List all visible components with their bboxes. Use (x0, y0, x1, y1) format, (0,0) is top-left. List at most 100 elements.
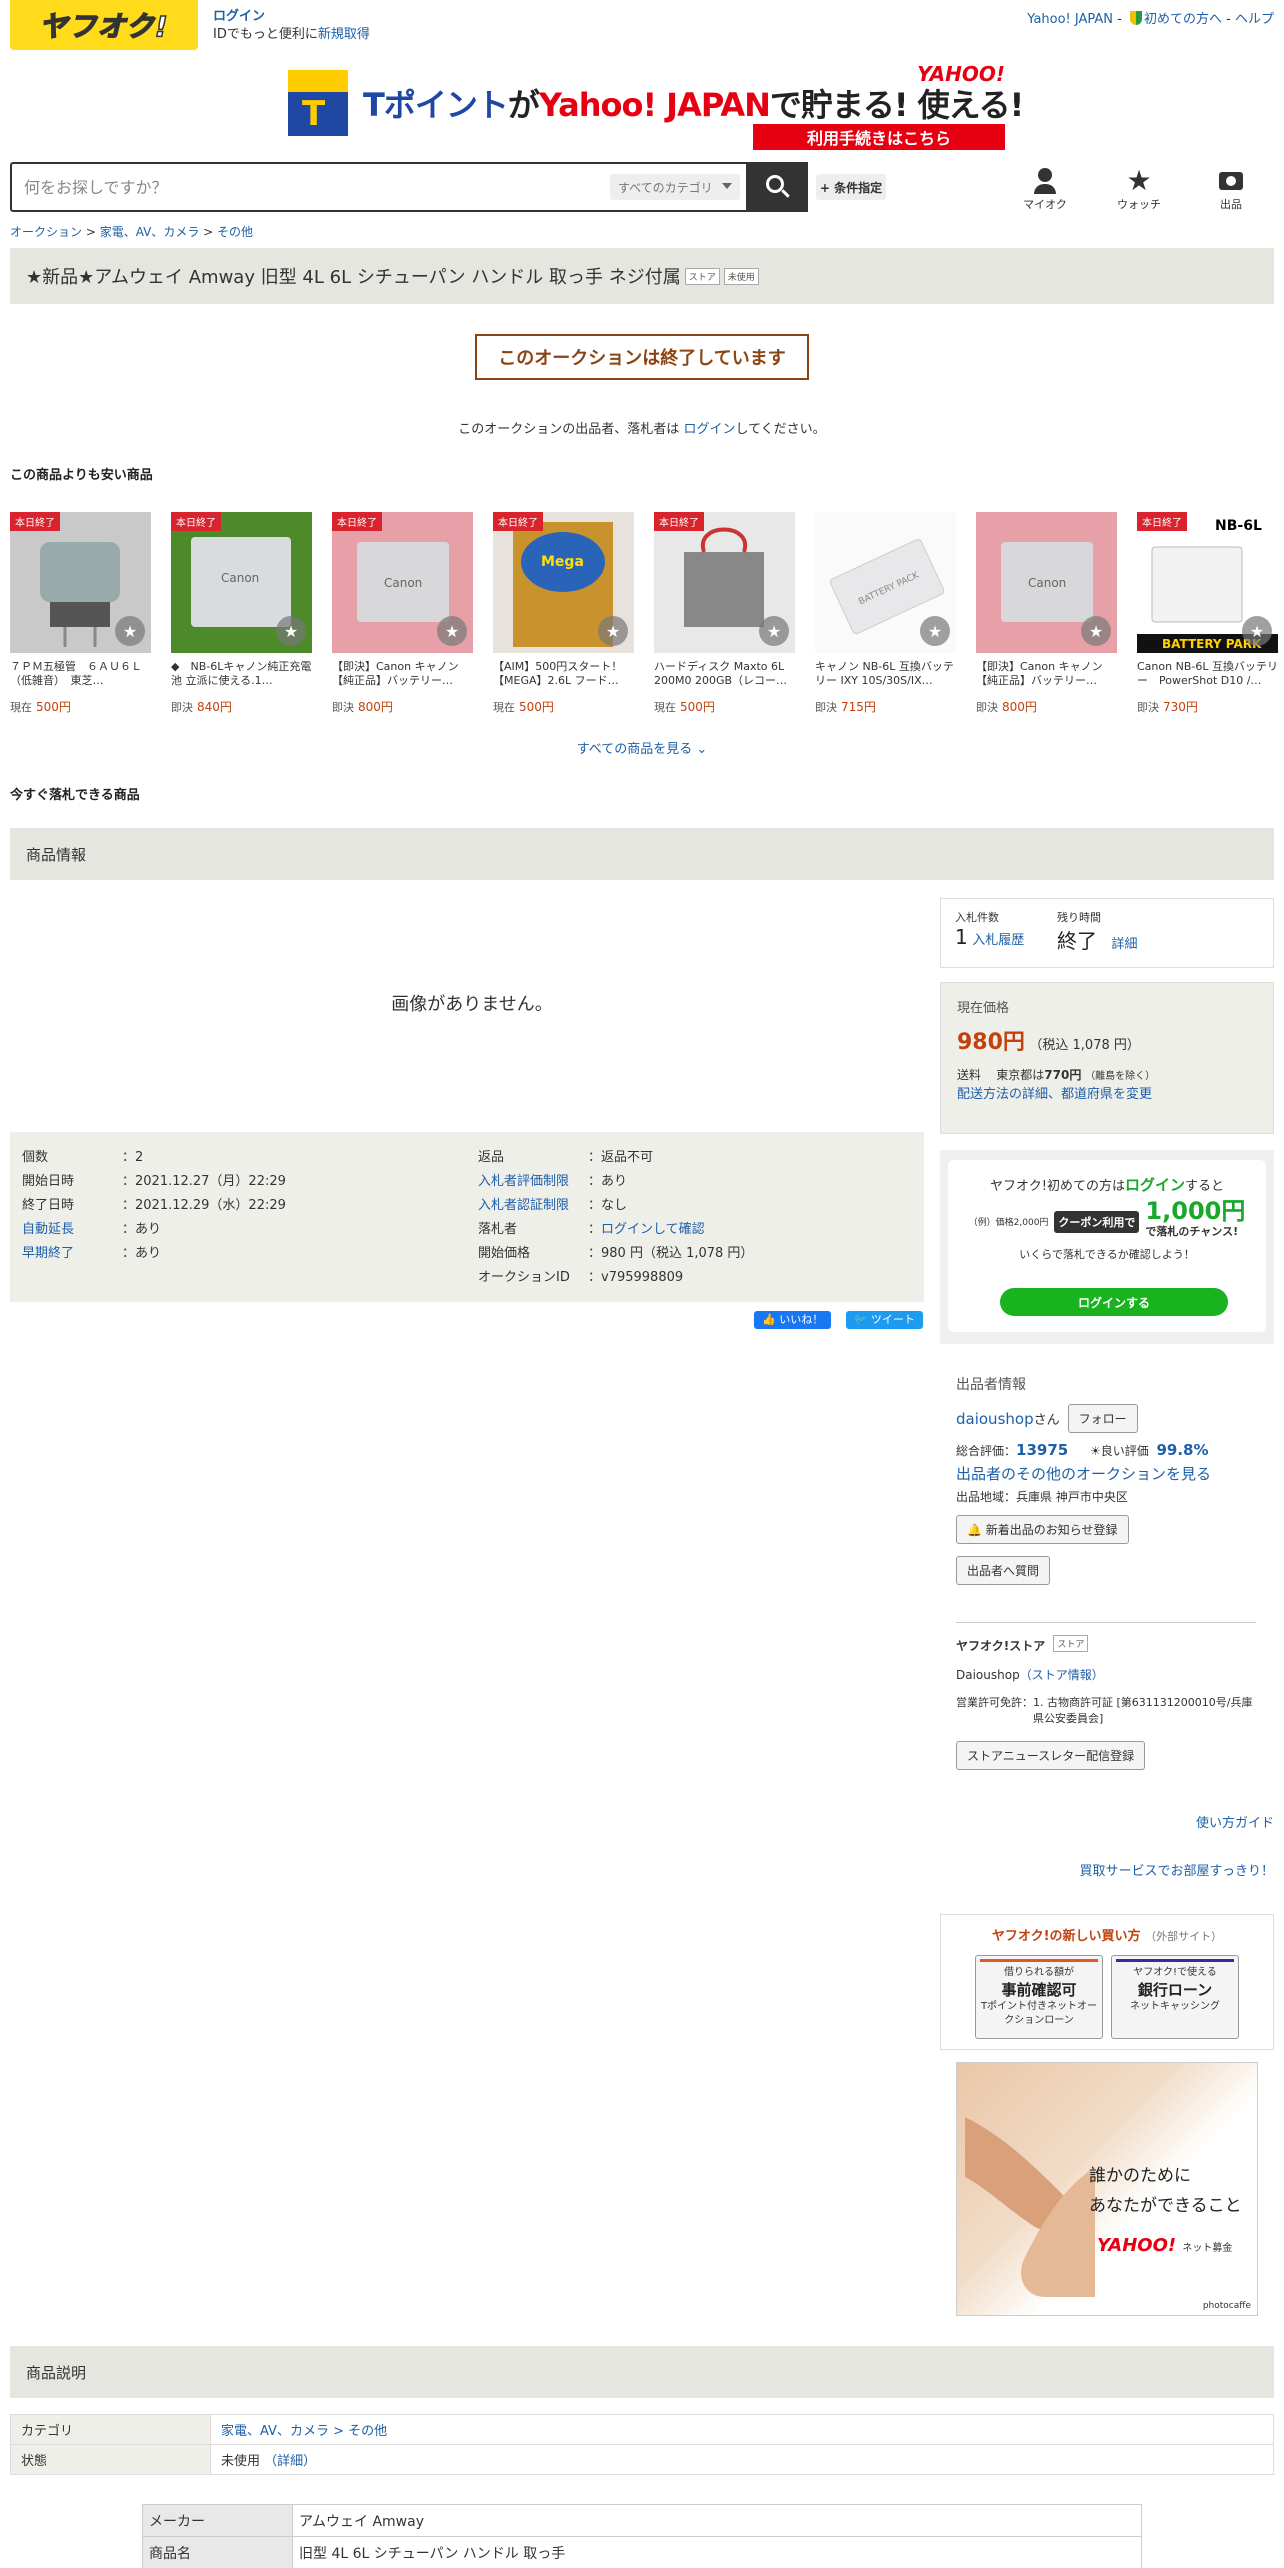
detail-row: 入札者認証制限 ：なし (478, 1194, 918, 1218)
product-price: 即決 800円 (976, 700, 1037, 714)
see-all-link[interactable]: すべての商品を見る ⌄ (0, 738, 1284, 757)
svg-text:NB-6L: NB-6L (1215, 518, 1262, 534)
myauction-button[interactable]: マイオク (1010, 166, 1080, 216)
product-name[interactable]: 【AIM】500円スタート！【MEGA】2.6L フード… (493, 660, 634, 688)
watch-star-icon[interactable]: ★ (920, 616, 950, 646)
conditions-button[interactable]: + 条件指定 (816, 174, 886, 200)
table-row: 状態 未使用 （詳細） (10, 2444, 1274, 2475)
person-icon (1038, 168, 1052, 182)
bank-loan-button[interactable]: ヤフオク!で使える 銀行ローン ネットキャッシング (1111, 1955, 1239, 2039)
coupon-banner: ヤフオク!初めての方はログインすると （例）価格2,000円 クーポン利用で 1… (940, 1150, 1274, 1344)
question-seller-button[interactable]: 出品者へ質問 (956, 1556, 1051, 1585)
product-card[interactable]: Canon 本日終了 ★ ◆ NB-6Lキャノン純正充電池 立派に使える.1… 即決 84… (171, 512, 312, 717)
help-link[interactable]: ヘルプ (1235, 12, 1274, 27)
detail-key[interactable]: 入札者認証制限 (478, 1194, 588, 1218)
watch-star-icon[interactable]: ★ (598, 616, 628, 646)
coupon-line1: ヤフオク!初めての方はログインすると (990, 1176, 1224, 1194)
chevron-down-icon: ⌄ (696, 742, 708, 757)
watch-star-icon[interactable]: ★ (1081, 616, 1111, 646)
detail-value: ：あり (122, 1222, 162, 1237)
detail-key: 終了日時 (22, 1198, 75, 1213)
product-name[interactable]: Canon NB-6L 互換バッテリー PowerShot D10 /… (1137, 660, 1278, 688)
follow-button[interactable]: フォロー (1067, 1404, 1138, 1433)
search-input[interactable] (12, 164, 602, 210)
watch-star-icon[interactable]: ★ (437, 616, 467, 646)
coupon-note: いくらで落札できるか確認しよう！ (1019, 1248, 1195, 1261)
product-card[interactable]: Canon 本日終了 ★ 【即決】Canon キャノン【純正品】バッテリー… 即決 800… (332, 512, 473, 717)
sell-button[interactable]: 出品 (1196, 166, 1266, 216)
ending-today-badge: 本日終了 (171, 512, 221, 531)
good-rating: 99.8% (1156, 1441, 1209, 1459)
product-name[interactable]: キャノン NB-6L 互換バッテリー IXY 10S/30S/IX… (815, 660, 956, 688)
star-icon: ★ (1126, 164, 1152, 197)
share-buttons: 👍 いいね！ 🐦 ツイート (744, 1311, 923, 1329)
watch-star-icon[interactable]: ★ (276, 616, 306, 646)
detail-key[interactable]: 早期終了 (22, 1242, 122, 1266)
watch-star-icon[interactable]: ★ (759, 616, 789, 646)
total-rating-link[interactable]: 13975 (1016, 1441, 1068, 1459)
product-name[interactable]: ７ＰＭ五極管 ６ＡＵ６Ｌ（低雑音） 東芝… (10, 660, 151, 688)
tweet-button[interactable]: 🐦 ツイート (845, 1311, 923, 1329)
store-name: Daioushop (956, 1668, 1020, 1682)
buy-service-link[interactable]: 買取サービスでお部屋すっきり！ (1080, 1860, 1274, 1879)
seller-name-link[interactable]: daioushop (956, 1410, 1034, 1428)
coupon-login-button[interactable]: ログインする (1000, 1288, 1228, 1316)
store-info: ヤフオク!ストア ストア Daioushop（ストア情報） 営業許可免許： 1. … (956, 1622, 1256, 1770)
category-select[interactable]: すべてのカテゴリ (610, 174, 740, 200)
facebook-like-button[interactable]: 👍 いいね！ (754, 1311, 832, 1329)
table-row: 商品名 旧型 4L 6L シチューパン ハンドル 取っ手 (142, 2536, 1142, 2568)
pre-approval-loan-button[interactable]: 借りられる額が 事前確認可 Tポイント付きネットオークションローン (975, 1955, 1103, 2039)
product-card[interactable]: 本日終了 ★ ハードディスク Maxto 6L 200M0 200GB（レコー… 現在… (654, 512, 795, 717)
detail-row: 個数 ：2 (22, 1146, 462, 1170)
store-newsletter-button[interactable]: ストアニュースレター配信登録 (956, 1741, 1146, 1770)
product-name[interactable]: ハードディスク Maxto 6L 200M0 200GB（レコー… (654, 660, 795, 688)
product-card[interactable]: Canon ★ 【即決】Canon キャノン【純正品】バッテリー… 即決 800円 (976, 512, 1117, 717)
bid-history-link[interactable]: 入札履歴 (972, 933, 1024, 948)
beginner-icon (1130, 11, 1142, 25)
login-note-link[interactable]: ログイン (683, 422, 735, 437)
tpoint-banner[interactable]: T TポイントがYahoo! JAPANで貯まる! 使える! YAHOO! 利用… (283, 62, 1024, 154)
category-link[interactable]: 家電、AV、カメラ > その他 (221, 2424, 387, 2439)
detail-row: 開始価格 ：980 円（税込 1,078 円） (478, 1242, 918, 1266)
product-card[interactable]: NB-6L BATTERY PARK 本日終了 ★ Canon NB-6L 互換バッテリ… (1137, 512, 1278, 717)
product-name[interactable]: 【即決】Canon キャノン【純正品】バッテリー… (332, 660, 473, 688)
detail-key[interactable]: 入札者評価制限 (478, 1170, 588, 1194)
product-card[interactable]: BATTERY PACK ★ キャノン NB-6L 互換バッテリー IXY 10S/… (815, 512, 956, 717)
breadcrumb-other[interactable]: その他 (217, 225, 253, 239)
store-info-link[interactable]: （ストア情報） (1020, 1668, 1104, 1682)
product-card[interactable]: Mega 本日終了 ★ 【AIM】500円スタート！【MEGA】2.6L フード… 現在… (493, 512, 634, 717)
time-detail-link[interactable]: 詳細 (1111, 937, 1137, 952)
guide-link[interactable]: 使い方ガイド (1196, 1812, 1274, 1831)
breadcrumb-electronics[interactable]: 家電、AV、カメラ (100, 225, 200, 239)
login-link[interactable]: ログイン (213, 9, 265, 24)
watch-star-icon[interactable]: ★ (115, 616, 145, 646)
detail-row: 開始日時 ：2021.12.27（月）22:29 (22, 1170, 462, 1194)
banner-procedure-button[interactable]: 利用手続きはこちら (753, 124, 1005, 150)
product-info-heading: 商品情報 (10, 828, 1274, 880)
no-image-text: 画像がありません。 (391, 994, 553, 1015)
shipping-detail-link[interactable]: 配送方法の詳細、都道府県を変更 (957, 1087, 1152, 1102)
breadcrumb-auction[interactable]: オークション (10, 225, 82, 239)
watch-button[interactable]: ★ ウォッチ (1104, 166, 1174, 216)
register-link[interactable]: 新規取得 (318, 27, 370, 42)
seller-region: 出品地域：兵庫県 神戸市中央区 (956, 1490, 1128, 1504)
detail-key: 開始価格 (478, 1246, 531, 1261)
product-price: 現在 500円 (493, 700, 554, 714)
yahoo-japan-link[interactable]: Yahoo! JAPAN (1027, 12, 1113, 27)
product-card[interactable]: 本日終了 ★ ７ＰＭ五極管 ６ＡＵ６Ｌ（低雑音） 東芝… 現在 500円 (10, 512, 151, 717)
detail-value: ：2021.12.27（月）22:29 (122, 1174, 286, 1189)
beginners-link[interactable]: 初めての方へ (1144, 12, 1222, 27)
auction-details: 個数 ：2 開始日時 ：2021.12.27（月）22:29 終了日時 ：2021.12.… (10, 1132, 924, 1302)
charity-ad[interactable]: 誰かのために あなたができること YAHOO! ネット募金 photocaffe (956, 2062, 1258, 2316)
yahuoku-logo[interactable]: ヤフオク! (10, 0, 198, 50)
search-button[interactable] (746, 162, 808, 212)
detail-value-link[interactable]: ログインして確認 (601, 1222, 705, 1237)
product-name[interactable]: 【即決】Canon キャノン【純正品】バッテリー… (976, 660, 1117, 688)
watch-star-icon[interactable]: ★ (1242, 616, 1272, 646)
detail-key[interactable]: 自動延長 (22, 1218, 122, 1242)
seller-other-auctions-link[interactable]: 出品者のその他のオークションを見る (956, 1465, 1211, 1483)
product-name[interactable]: ◆ NB-6Lキャノン純正充電池 立派に使える.1… (171, 660, 312, 688)
seller-info: 出品者情報 daioushopさん フォロー 総合評価：13975 ☀良い評価 … (940, 1364, 1274, 1595)
condition-detail-link[interactable]: （詳細） (264, 2454, 316, 2469)
new-listing-notify-button[interactable]: 🔔 新着出品のお知らせ登録 (956, 1515, 1129, 1544)
